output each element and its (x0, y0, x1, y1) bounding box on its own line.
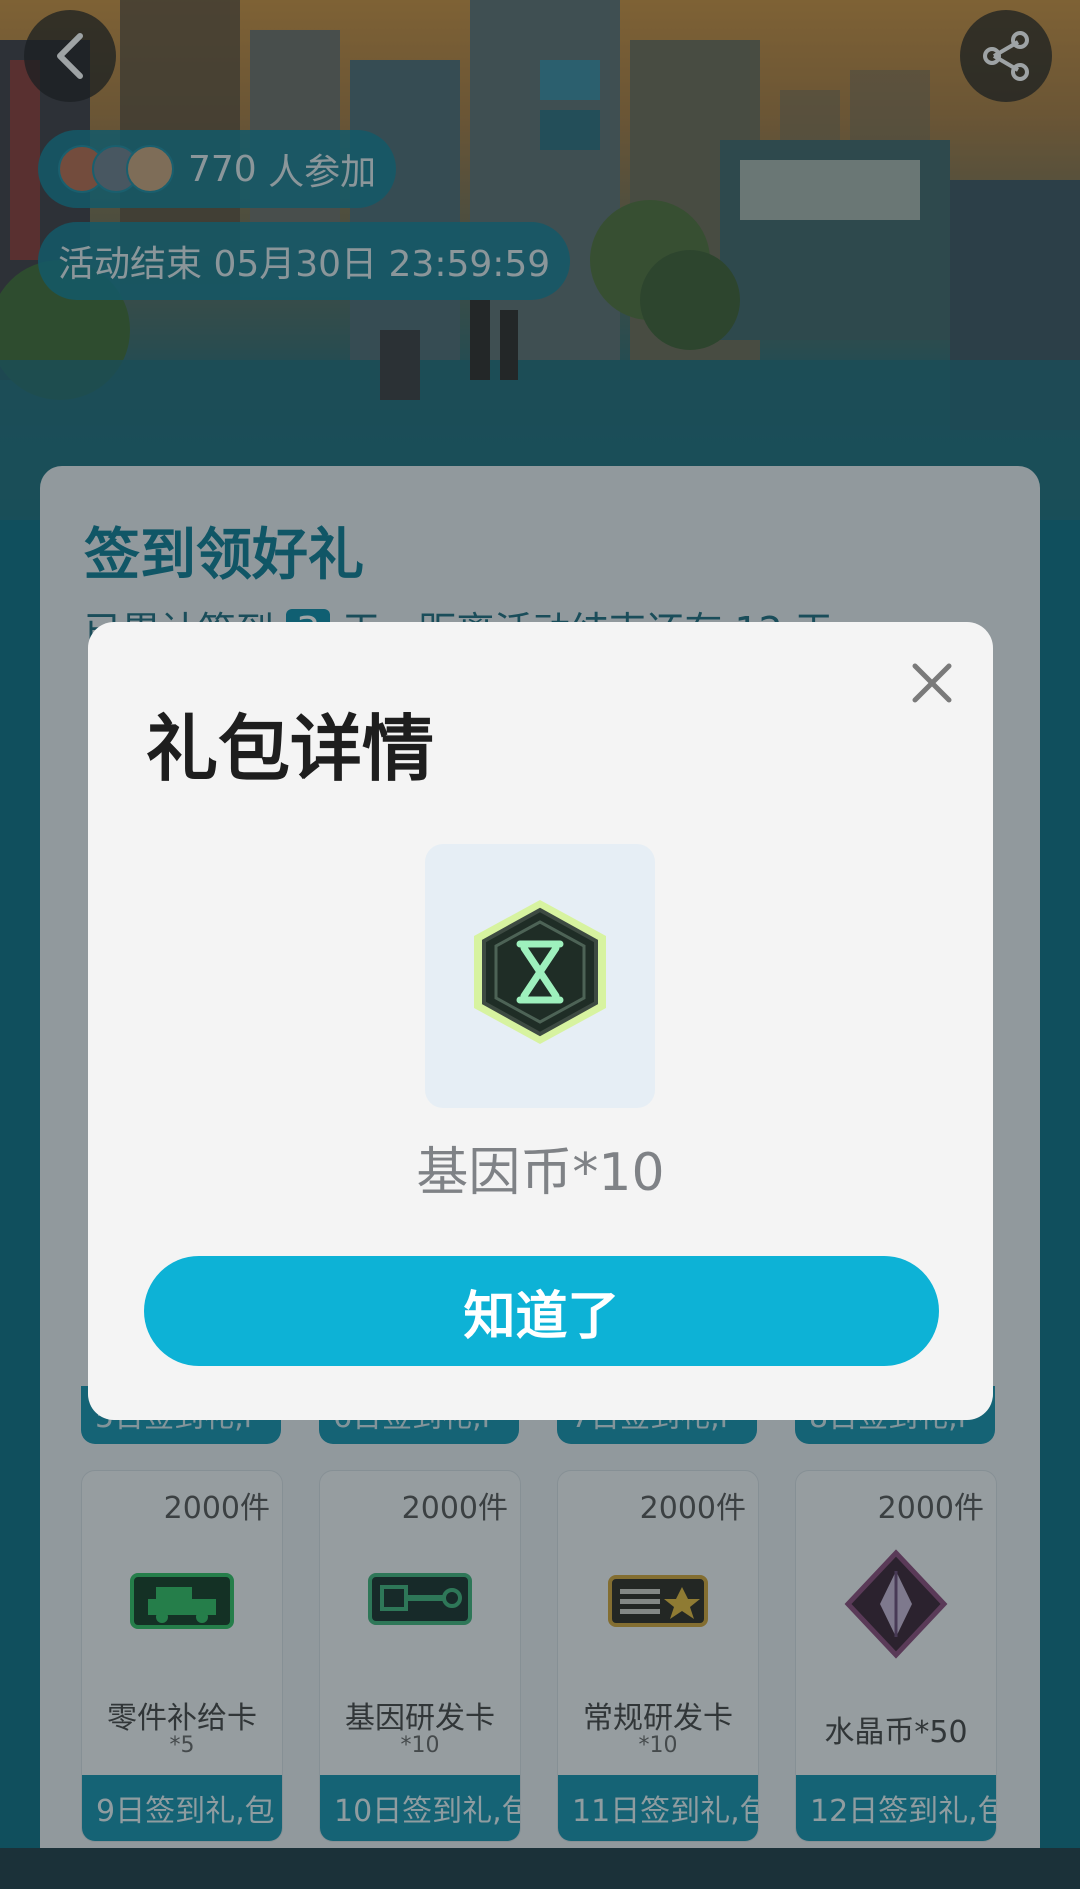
dialog-title: 礼包详情 (146, 707, 435, 791)
close-icon[interactable] (905, 656, 959, 710)
gift-item-label: 基因币*10 (416, 1143, 665, 1203)
confirm-button[interactable]: 知道了 (144, 1256, 939, 1366)
gift-detail-dialog: 礼包详情 基因币*10 知道了 (88, 622, 993, 1420)
gift-item-card (425, 844, 655, 1108)
gene-coin-icon (474, 900, 606, 1044)
